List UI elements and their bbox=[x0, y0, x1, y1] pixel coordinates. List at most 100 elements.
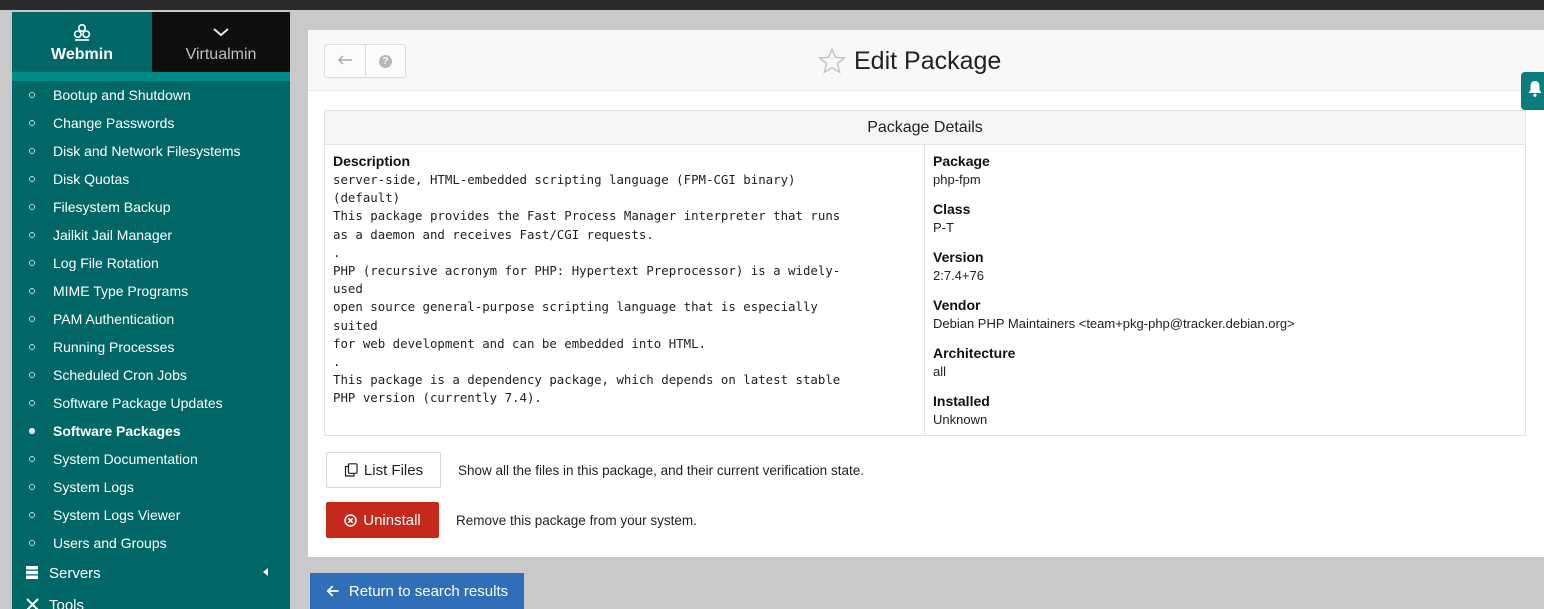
sidebar-item-label: Disk Quotas bbox=[53, 171, 130, 187]
field-value: Unknown bbox=[933, 412, 988, 427]
field-version: Version 2:7.4+76 bbox=[933, 249, 1517, 297]
sidebar-item-label: System Logs bbox=[53, 479, 134, 495]
bullet-icon bbox=[29, 344, 35, 350]
sidebar-item-bootup[interactable]: Bootup and Shutdown bbox=[12, 81, 290, 109]
times-circle-icon bbox=[344, 513, 357, 527]
star-icon[interactable] bbox=[818, 47, 846, 75]
sidebar-item-label: Users and Groups bbox=[53, 535, 167, 551]
field-label: Architecture bbox=[933, 345, 1016, 361]
sidebar-item-label: Disk and Network Filesystems bbox=[53, 143, 241, 159]
field-architecture: Architecture all bbox=[933, 345, 1517, 393]
sidebar-item-system-documentation[interactable]: System Documentation bbox=[12, 445, 290, 473]
bullet-icon bbox=[29, 400, 35, 406]
sidebar-item-label: Jailkit Jail Manager bbox=[53, 227, 173, 243]
sidebar-group-label: Servers bbox=[49, 564, 101, 582]
field-value: Debian PHP Maintainers <team+pkg-php@tra… bbox=[933, 316, 1295, 331]
bullet-icon bbox=[29, 540, 35, 546]
header-button-group: ? bbox=[324, 44, 406, 78]
return-to-search-button[interactable]: Return to search results bbox=[310, 573, 524, 609]
description-column: Description server-side, HTML-embedded s… bbox=[325, 145, 925, 435]
tab-webmin[interactable]: Webmin bbox=[12, 12, 152, 72]
help-button[interactable]: ? bbox=[364, 45, 405, 77]
sidebar-item-mime-types[interactable]: MIME Type Programs bbox=[12, 277, 290, 305]
field-label: Version bbox=[933, 249, 984, 265]
sidebar-item-running-processes[interactable]: Running Processes bbox=[12, 333, 290, 361]
description-text: server-side, HTML-embedded scripting lan… bbox=[333, 172, 841, 406]
sidebar-item-label: System Documentation bbox=[53, 451, 198, 467]
bullet-icon bbox=[29, 120, 35, 126]
back-button[interactable] bbox=[325, 45, 365, 77]
field-label: Installed bbox=[933, 393, 990, 409]
field-value: php-fpm bbox=[933, 172, 981, 187]
sidebar-item-label: Filesystem Backup bbox=[53, 199, 171, 215]
files-icon bbox=[344, 463, 358, 477]
sidebar-item-pam[interactable]: PAM Authentication bbox=[12, 305, 290, 333]
field-value: P-T bbox=[933, 220, 954, 235]
sidebar-item-label: PAM Authentication bbox=[53, 311, 175, 327]
sidebar-item-label: MIME Type Programs bbox=[53, 283, 189, 299]
sidebar-group-tools[interactable]: Tools bbox=[12, 589, 290, 609]
bullet-icon bbox=[29, 148, 35, 154]
sidebar-item-users-groups[interactable]: Users and Groups bbox=[12, 529, 290, 557]
uninstall-button[interactable]: Uninstall bbox=[326, 502, 439, 538]
sidebar-item-package-updates[interactable]: Software Package Updates bbox=[12, 389, 290, 417]
list-files-description: Show all the files in this package, and … bbox=[458, 462, 864, 478]
return-to-search-label: Return to search results bbox=[348, 582, 509, 600]
server-icon bbox=[26, 566, 38, 579]
uninstall-row: Uninstall Remove this package from your … bbox=[326, 502, 697, 538]
bullet-icon bbox=[29, 204, 35, 210]
sidebar-group-servers[interactable]: Servers bbox=[12, 557, 290, 589]
bullet-icon bbox=[29, 288, 35, 294]
sidebar-item-filesystem-backup[interactable]: Filesystem Backup bbox=[12, 193, 290, 221]
field-label: Vendor bbox=[933, 297, 981, 313]
list-files-button[interactable]: List Files bbox=[326, 452, 441, 488]
sidebar-item-label: Scheduled Cron Jobs bbox=[53, 367, 187, 383]
field-package: Package php-fpm bbox=[933, 153, 1517, 201]
bullet-icon bbox=[29, 484, 35, 490]
package-details-heading: Package Details bbox=[325, 111, 1525, 145]
bullet-icon bbox=[29, 512, 35, 518]
tab-virtualmin-label: Virtualmin bbox=[185, 45, 257, 63]
sidebar-item-jailkit[interactable]: Jailkit Jail Manager bbox=[12, 221, 290, 249]
field-installed: Installed Unknown bbox=[933, 393, 1517, 441]
sidebar-item-label: System Logs Viewer bbox=[53, 507, 181, 523]
notification-toggle[interactable] bbox=[1521, 72, 1544, 110]
page-title: Edit Package bbox=[818, 44, 1001, 78]
field-label: Class bbox=[933, 201, 971, 217]
bullet-icon bbox=[29, 316, 35, 322]
top-bar bbox=[0, 0, 1544, 10]
chevron-down-icon bbox=[211, 21, 231, 43]
field-label: Package bbox=[933, 153, 990, 169]
sidebar-item-cron-jobs[interactable]: Scheduled Cron Jobs bbox=[12, 361, 290, 389]
tools-icon bbox=[26, 598, 39, 609]
bullet-icon bbox=[29, 260, 35, 266]
sidebar-item-disk-quotas[interactable]: Disk Quotas bbox=[12, 165, 290, 193]
caret-left-icon bbox=[263, 568, 268, 576]
help-icon: ? bbox=[378, 54, 392, 68]
sidebar-item-filesystems[interactable]: Disk and Network Filesystems bbox=[12, 137, 290, 165]
field-class: Class P-T bbox=[933, 201, 1517, 249]
uninstall-description: Remove this package from your system. bbox=[456, 512, 697, 528]
sidebar-item-change-passwords[interactable]: Change Passwords bbox=[12, 109, 290, 137]
tab-virtualmin[interactable]: Virtualmin bbox=[152, 12, 290, 72]
sidebar-item-label: Software Package Updates bbox=[53, 395, 223, 411]
bullet-icon bbox=[29, 176, 35, 182]
field-vendor: Vendor Debian PHP Maintainers <team+pkg-… bbox=[933, 297, 1517, 345]
module-list: Bootup and Shutdown Change Passwords Dis… bbox=[12, 81, 290, 557]
sidebar-item-label: Log File Rotation bbox=[53, 255, 159, 271]
sidebar-item-system-logs[interactable]: System Logs bbox=[12, 473, 290, 501]
package-details-table: Package Details Description server-side,… bbox=[324, 110, 1526, 436]
sidebar-item-label: Bootup and Shutdown bbox=[53, 87, 191, 103]
sidebar-item-software-packages[interactable]: Software Packages bbox=[12, 417, 290, 445]
uninstall-label: Uninstall bbox=[363, 511, 421, 529]
page-header: ? Edit Package bbox=[308, 30, 1544, 91]
bullet-icon bbox=[29, 428, 35, 434]
bullet-icon bbox=[29, 92, 35, 98]
sidebar-group-label: Tools bbox=[49, 596, 85, 609]
bullet-icon bbox=[29, 372, 35, 378]
sidebar-item-label: Software Packages bbox=[53, 423, 181, 439]
sidebar-item-label: Running Processes bbox=[53, 339, 175, 355]
sidebar-item-system-logs-viewer[interactable]: System Logs Viewer bbox=[12, 501, 290, 529]
sidebar-item-log-rotation[interactable]: Log File Rotation bbox=[12, 249, 290, 277]
bullet-icon bbox=[29, 232, 35, 238]
